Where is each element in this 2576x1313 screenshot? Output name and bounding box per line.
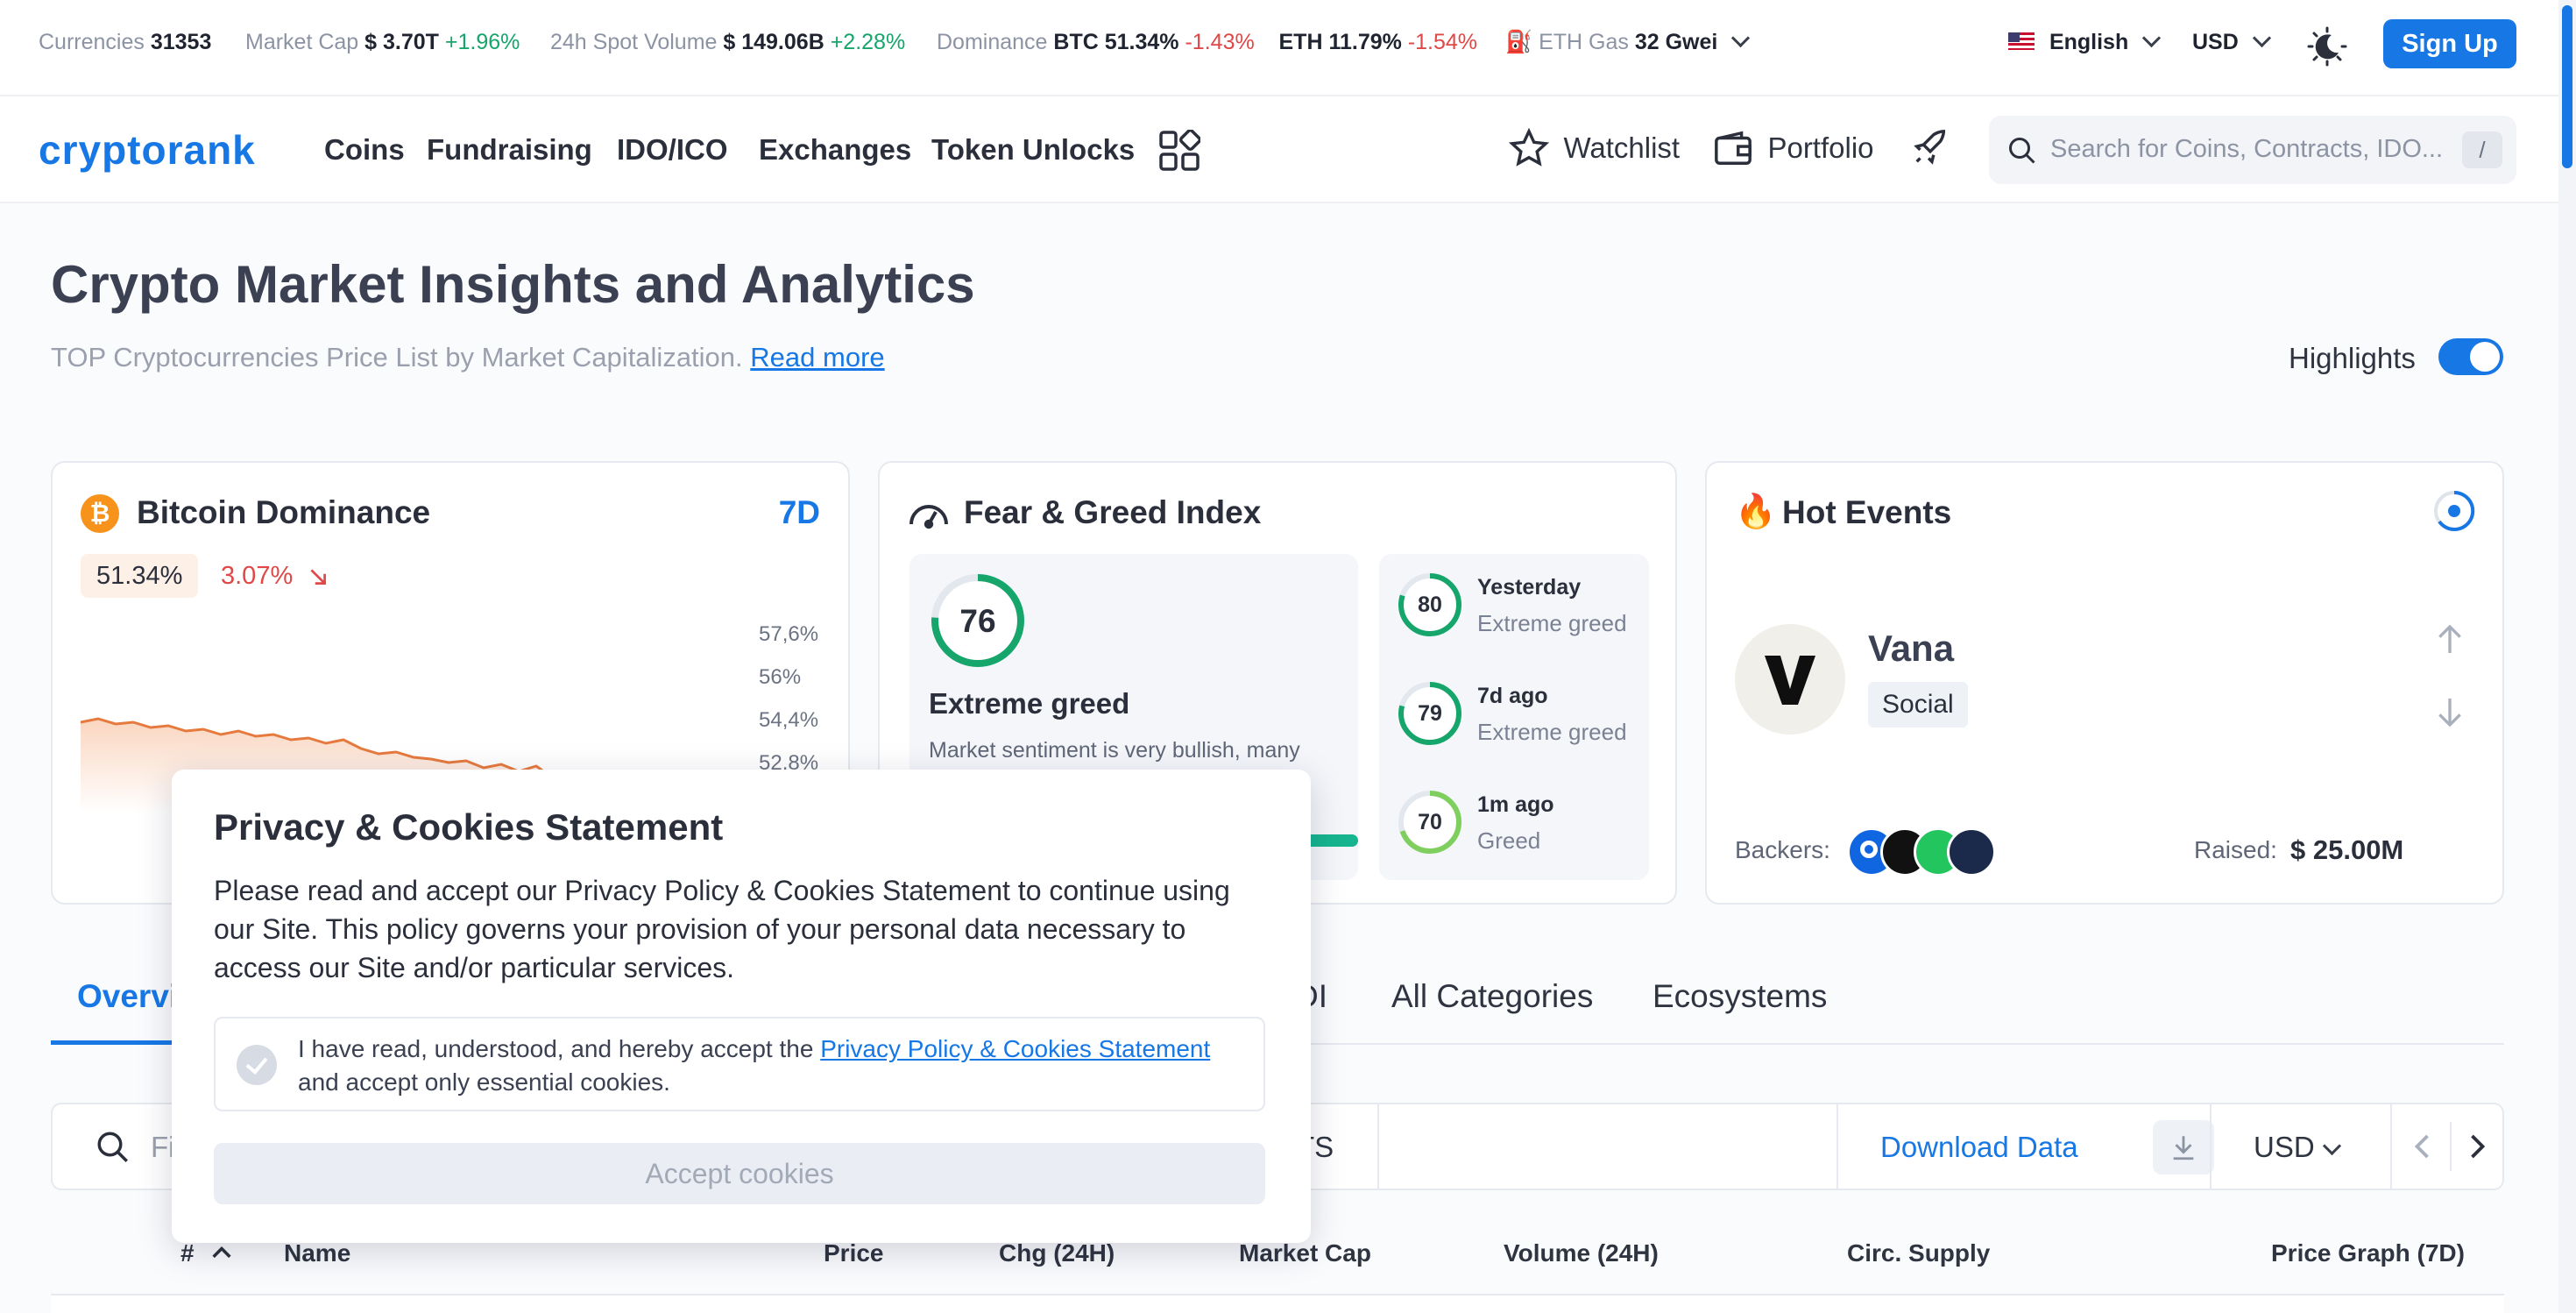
chevron-down-icon xyxy=(2142,28,2162,48)
table-currency-selector[interactable]: USD xyxy=(2254,1131,2341,1164)
period-selector[interactable]: 7D xyxy=(779,494,820,531)
nav-fundraising[interactable]: Fundraising xyxy=(427,133,592,167)
y-tick: 56% xyxy=(759,665,802,689)
sign-up-button[interactable]: Sign Up xyxy=(2383,19,2516,68)
highlights-label: Highlights xyxy=(2289,342,2416,374)
dominance-value: 51.34% xyxy=(81,554,199,598)
col-change-24h[interactable]: Chg (24H) xyxy=(999,1239,1115,1267)
download-icon[interactable] xyxy=(2153,1120,2214,1175)
hot-events-card[interactable]: 🔥 Hot Events Vana Social Backers: Raised… xyxy=(1705,461,2504,905)
arrow-down-right-icon xyxy=(310,569,327,586)
arrow-up-icon[interactable] xyxy=(2432,621,2467,659)
market-ticker-bar: Currencies 31353 Market Cap $ 3.70T +1.9… xyxy=(0,0,2558,96)
col-name[interactable]: Name xyxy=(284,1239,350,1267)
ticker-market-cap: Market Cap $ 3.70T +1.96% xyxy=(245,30,520,54)
accept-policy-checkbox[interactable]: I have read, understood, and hereby acce… xyxy=(214,1017,1265,1111)
ticker-spot-volume: 24h Spot Volume $ 149.06B +2.28% xyxy=(550,30,906,54)
page: Currencies 31353 Market Cap $ 3.70T +1.9… xyxy=(0,0,2576,1313)
star-icon xyxy=(1508,127,1550,167)
sort-up-icon xyxy=(212,1246,231,1259)
accept-cookies-button[interactable]: Accept cookies xyxy=(214,1143,1265,1204)
checkbox-label: I have read, understood, and hereby acce… xyxy=(298,1035,1211,1096)
page-title: Crypto Market Insights and Analytics xyxy=(51,255,975,314)
us-flag-icon xyxy=(2008,32,2035,51)
col-market-cap[interactable]: Market Cap xyxy=(1239,1239,1371,1267)
chevron-down-icon xyxy=(2252,28,2271,48)
page-scrollbar[interactable] xyxy=(2558,0,2576,1313)
search-icon xyxy=(97,1132,128,1162)
main-navbar: cryptorank Coins Fundraising IDO/ICO Exc… xyxy=(0,96,2558,203)
wallet-icon xyxy=(1715,131,1752,165)
rocket-icon[interactable] xyxy=(1910,128,1950,173)
tab-ecosystems[interactable]: Ecosystems xyxy=(1652,978,1827,1015)
event-project-name[interactable]: Vana xyxy=(1868,628,1954,670)
search-icon xyxy=(2009,138,2035,164)
score-ring: 76 xyxy=(929,571,1027,670)
col-circ-supply[interactable]: Circ. Supply xyxy=(1847,1239,1990,1267)
search-placeholder: Search for Coins, Contracts, IDO... xyxy=(2050,135,2444,163)
card-title: Bitcoin Dominance xyxy=(137,494,431,530)
page-subtitle: TOP Cryptocurrencies Price List by Marke… xyxy=(51,342,885,373)
privacy-cookies-modal: Privacy & Cookies Statement Please read … xyxy=(172,770,1311,1243)
apps-grid-icon[interactable] xyxy=(1158,128,1202,176)
scrollbar-thumb[interactable] xyxy=(2562,5,2572,168)
event-tag: Social xyxy=(1868,682,1968,727)
ticker-dominance: Dominance BTC 51.34% -1.43% ETH 11.79% -… xyxy=(937,30,1478,54)
search-input[interactable]: Search for Coins, Contracts, IDO... / xyxy=(1989,116,2516,184)
nav-token-unlocks[interactable]: Token Unlocks xyxy=(931,133,1135,167)
language-selector[interactable]: English xyxy=(2008,28,2162,55)
history-ring: 70 xyxy=(1397,789,1463,855)
vana-logo xyxy=(1735,624,1845,735)
cryptorank-logo[interactable]: cryptorank xyxy=(39,126,256,174)
col-price[interactable]: Price xyxy=(824,1239,884,1267)
fire-icon: 🔥 xyxy=(1735,493,1777,530)
bitcoin-icon: ₿ xyxy=(81,494,119,533)
highlights-toggle[interactable] xyxy=(2438,338,2503,375)
col-volume-24h[interactable]: Volume (24H) xyxy=(1504,1239,1659,1267)
table-body-top xyxy=(51,1294,2504,1313)
chevron-down-icon xyxy=(1731,28,1751,48)
history-ring: 79 xyxy=(1397,680,1463,747)
dominance-change: 3.07% xyxy=(221,562,329,591)
chevron-right-icon[interactable] xyxy=(2460,1131,2492,1162)
fear-greed-history: 80 Yesterday Extreme greed 79 7d ago Ext… xyxy=(1379,554,1649,880)
read-more-link[interactable]: Read more xyxy=(750,342,884,373)
chevron-left-icon[interactable] xyxy=(2408,1131,2439,1162)
currency-selector[interactable]: USD xyxy=(2192,28,2271,55)
autoplay-timer-icon[interactable] xyxy=(2432,489,2476,533)
nav-coins[interactable]: Coins xyxy=(324,133,405,167)
separator xyxy=(2450,1122,2452,1171)
watchlist-link[interactable]: Watchlist xyxy=(1508,127,1680,168)
chevron-down-icon xyxy=(2322,1136,2341,1156)
col-rank[interactable]: # xyxy=(180,1239,234,1267)
card-title: Hot Events xyxy=(1782,494,1952,530)
ticker-eth-gas[interactable]: ⛽ ETH Gas 32 Gwei xyxy=(1505,28,1751,55)
separator xyxy=(2210,1104,2212,1189)
checkmark-icon xyxy=(237,1045,277,1085)
separator xyxy=(1377,1104,1379,1189)
separator xyxy=(2390,1104,2392,1189)
backer-avatar[interactable] xyxy=(1947,827,1996,877)
card-title: Fear & Greed Index xyxy=(964,494,1262,530)
download-data-button[interactable]: Download Data xyxy=(1880,1131,2078,1164)
arrow-down-icon[interactable] xyxy=(2432,692,2467,731)
search-shortcut-key: / xyxy=(2462,131,2502,168)
col-price-graph[interactable]: Price Graph (7D) xyxy=(2271,1239,2465,1267)
modal-title: Privacy & Cookies Statement xyxy=(214,806,724,848)
y-tick: 57,6% xyxy=(759,622,819,646)
dark-mode-moon-icon[interactable] xyxy=(2307,26,2347,71)
separator xyxy=(1836,1104,1838,1189)
nav-ido-ico[interactable]: IDO/ICO xyxy=(617,133,728,167)
portfolio-link[interactable]: Portfolio xyxy=(1713,128,1874,168)
modal-body: Please read and accept our Privacy Polic… xyxy=(214,875,1230,983)
history-ring: 80 xyxy=(1397,571,1463,638)
privacy-policy-link[interactable]: Privacy Policy & Cookies Statement xyxy=(820,1035,1210,1062)
gas-pump-icon: ⛽ xyxy=(1505,30,1533,54)
nav-exchanges[interactable]: Exchanges xyxy=(759,133,911,167)
gauge-icon xyxy=(909,505,948,529)
ticker-currencies: Currencies 31353 xyxy=(39,30,212,54)
y-tick: 54,4% xyxy=(759,708,819,732)
tab-all-categories[interactable]: All Categories xyxy=(1391,978,1593,1015)
